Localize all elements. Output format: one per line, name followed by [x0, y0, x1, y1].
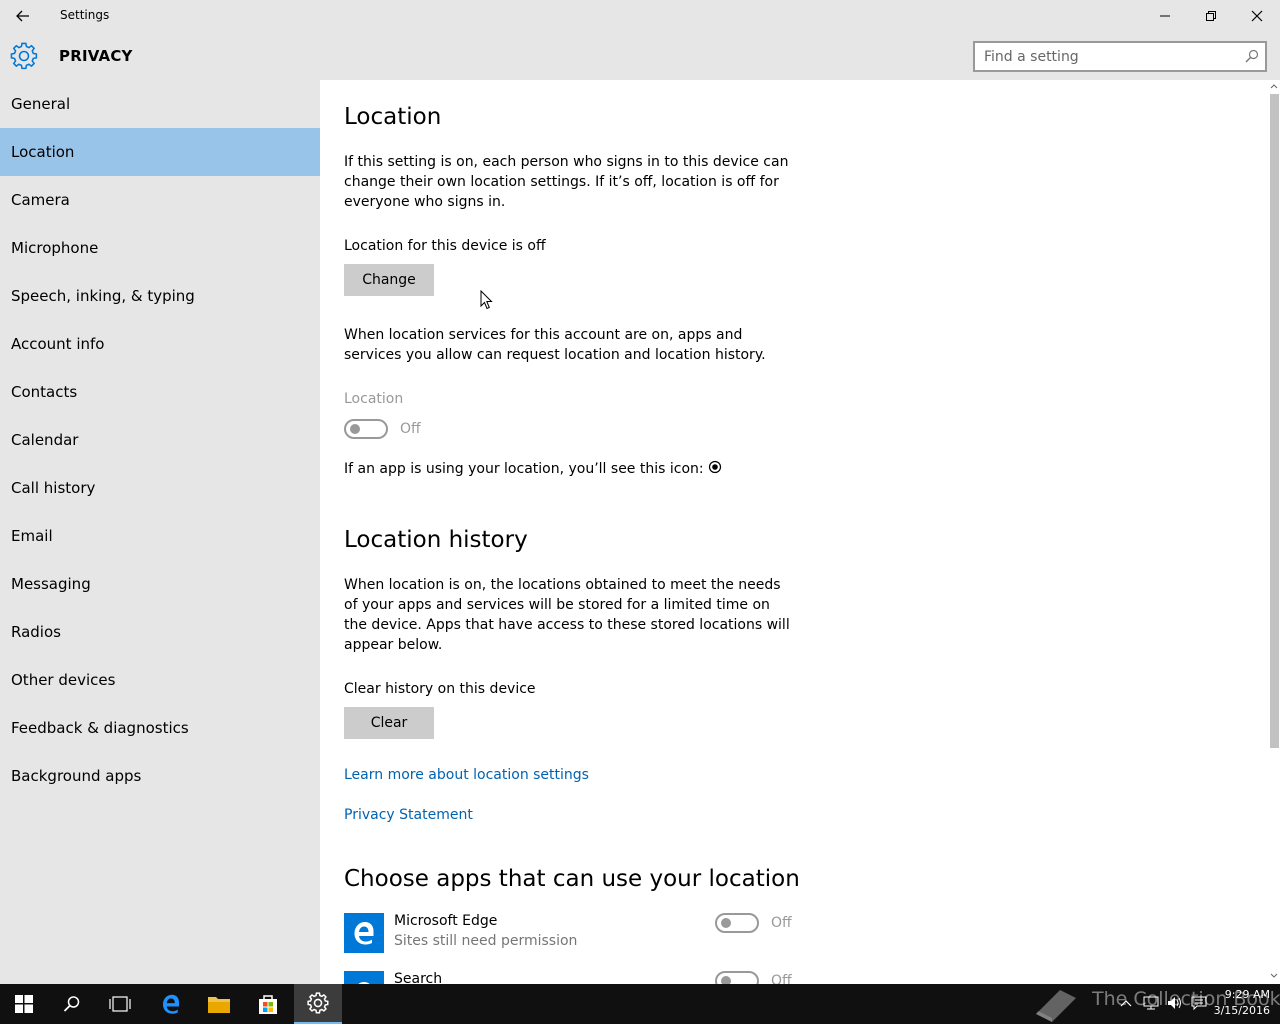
action-center-icon[interactable]: [1191, 996, 1207, 1010]
clear-button[interactable]: Clear: [344, 707, 434, 739]
page-title: PRIVACY: [59, 47, 133, 65]
back-button[interactable]: [0, 0, 46, 32]
minimize-icon: [1160, 15, 1170, 17]
sidebar-item-location[interactable]: Location: [0, 128, 320, 176]
search-input[interactable]: [975, 43, 1225, 70]
toggle-knob: [721, 976, 731, 984]
search-icon[interactable]: [1245, 49, 1259, 63]
location-icon-row: If an app is using your location, you’ll…: [344, 459, 722, 479]
edge-location-toggle[interactable]: [715, 913, 759, 933]
sidebar-item-account-info[interactable]: Account info: [0, 320, 320, 368]
close-icon: [1251, 10, 1263, 22]
sidebar: General Location Camera Microphone Speec…: [0, 80, 320, 984]
app-name: Search: [394, 971, 443, 984]
gear-icon: [307, 992, 329, 1014]
app-subtitle: Sites still need permission: [394, 933, 578, 949]
sidebar-item-messaging[interactable]: Messaging: [0, 560, 320, 608]
sidebar-item-microphone[interactable]: Microphone: [0, 224, 320, 272]
settings-header: PRIVACY: [0, 32, 1280, 80]
scroll-down-icon[interactable]: [1270, 973, 1278, 979]
app-toggle-row: Off: [715, 971, 792, 984]
scroll-up-icon[interactable]: [1270, 83, 1278, 89]
clear-history-label: Clear history on this device: [344, 681, 536, 697]
edge-icon: [344, 913, 384, 953]
app-row: Search Off: [344, 971, 804, 984]
location-toggle-label: Location: [344, 391, 404, 407]
network-icon[interactable]: [1143, 996, 1159, 1010]
search-location-toggle[interactable]: [715, 971, 759, 984]
edge-taskbar-button[interactable]: [147, 984, 195, 1024]
task-view-button[interactable]: [96, 984, 144, 1024]
toggle-knob: [350, 424, 360, 434]
edge-logo-icon: [354, 922, 374, 945]
app-name: Microsoft Edge: [394, 913, 498, 929]
sidebar-item-email[interactable]: Email: [0, 512, 320, 560]
volume-icon[interactable]: [1167, 996, 1183, 1010]
title-bar: Settings: [0, 0, 1280, 32]
app-toggle-state: Off: [771, 915, 792, 931]
location-intro: If this setting is on, each person who s…: [344, 154, 789, 210]
scrollbar-thumb[interactable]: [1270, 94, 1279, 748]
choose-apps-heading: Choose apps that can use your location: [344, 866, 800, 892]
tray-chevron-up-icon[interactable]: [1120, 998, 1132, 1008]
windows-logo-icon: [15, 995, 33, 1013]
learn-more-link[interactable]: Learn more about location settings: [344, 767, 589, 783]
change-button[interactable]: Change: [344, 264, 434, 296]
mouse-pointer-icon: [480, 290, 493, 310]
store-button[interactable]: [244, 984, 292, 1024]
taskbar-clock[interactable]: 9:29 AM 3/15/2016: [1214, 987, 1270, 1019]
start-button[interactable]: [0, 984, 48, 1024]
toggle-knob: [721, 918, 731, 928]
app-row: Microsoft Edge Sites still need permissi…: [344, 913, 804, 953]
restore-button[interactable]: [1188, 0, 1234, 32]
location-history-heading: Location history: [344, 527, 528, 553]
location-toggle-row: Off: [344, 419, 421, 439]
sidebar-item-call-history[interactable]: Call history: [0, 464, 320, 512]
search-box[interactable]: [973, 41, 1267, 72]
sidebar-item-other-devices[interactable]: Other devices: [0, 656, 320, 704]
book-watermark-icon: [1036, 990, 1076, 1022]
clock-date: 3/15/2016: [1213, 1004, 1270, 1017]
gear-icon: [10, 42, 38, 70]
sidebar-item-camera[interactable]: Camera: [0, 176, 320, 224]
sidebar-item-speech[interactable]: Speech, inking, & typing: [0, 272, 320, 320]
folder-icon: [208, 997, 230, 1013]
close-button[interactable]: [1234, 0, 1280, 32]
edge-logo-icon: [162, 994, 180, 1014]
magnifier-icon: [63, 996, 80, 1012]
restore-icon: [1206, 11, 1216, 21]
store-bag-icon: [259, 995, 277, 1014]
sidebar-item-calendar[interactable]: Calendar: [0, 416, 320, 464]
search-app-icon: [344, 971, 384, 984]
window-title: Settings: [60, 8, 110, 22]
sidebar-item-contacts[interactable]: Contacts: [0, 368, 320, 416]
account-location-text: When location services for this account …: [344, 327, 766, 363]
location-in-use-icon: [708, 460, 721, 474]
app-toggle-row: Off: [715, 913, 792, 933]
location-heading: Location: [344, 104, 442, 130]
settings-taskbar-button[interactable]: [294, 984, 342, 1024]
main-content: Location If this setting is on, each per…: [320, 80, 1280, 984]
clock-time: 9:29 AM: [1224, 988, 1270, 1001]
location-history-text: When location is on, the locations obtai…: [344, 577, 790, 653]
sidebar-item-general[interactable]: General: [0, 80, 320, 128]
file-explorer-button[interactable]: [195, 984, 243, 1024]
location-toggle-state: Off: [400, 421, 421, 437]
app-toggle-state: Off: [771, 973, 792, 984]
task-view-icon: [109, 996, 131, 1012]
minimize-button[interactable]: [1142, 0, 1188, 32]
device-location-status: Location for this device is off: [344, 238, 546, 254]
privacy-statement-link[interactable]: Privacy Statement: [344, 807, 473, 823]
search-taskbar-button[interactable]: [48, 984, 96, 1024]
scrollbar[interactable]: [1268, 80, 1280, 984]
sidebar-item-feedback[interactable]: Feedback & diagnostics: [0, 704, 320, 752]
location-icon-text: If an app is using your location, you’ll…: [344, 461, 704, 477]
back-arrow-icon: [16, 10, 29, 22]
taskbar: The Collection Book 9:29 AM 3/15/2016: [0, 984, 1280, 1024]
sidebar-item-radios[interactable]: Radios: [0, 608, 320, 656]
location-toggle[interactable]: [344, 419, 388, 439]
sidebar-item-background-apps[interactable]: Background apps: [0, 752, 320, 800]
